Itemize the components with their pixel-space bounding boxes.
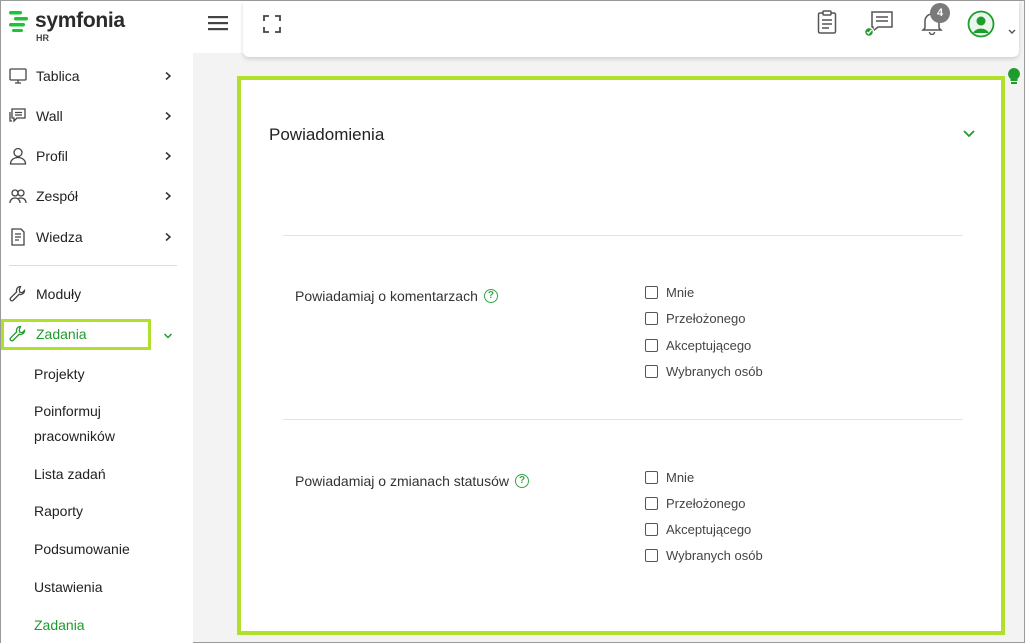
chevron-down-icon[interactable]	[962, 128, 976, 140]
checkbox-status-mnie[interactable]: Mnie	[645, 470, 694, 485]
sidebar-item-profil[interactable]: Profil	[1, 141, 193, 171]
checkbox-label: Mnie	[666, 470, 695, 485]
checkbox-status-akceptujacego[interactable]: Akceptującego	[645, 522, 751, 537]
comments-section-label: Powiadamiaj o komentarzach ?	[295, 288, 498, 304]
subitem-podsumowanie[interactable]: Podsumowanie	[34, 537, 130, 562]
checkbox-status-przelozonego[interactable]: Przełożonego	[645, 496, 746, 511]
subitem-pracownikow[interactable]: pracowników	[34, 424, 115, 449]
panel-title: Powiadomienia	[269, 125, 385, 144]
lightbulb-icon[interactable]	[1007, 67, 1021, 90]
chevron-right-icon	[165, 151, 172, 161]
sidebar-item-label: Tablica	[36, 68, 80, 84]
sidebar-item-label: Moduły	[36, 286, 82, 302]
chevron-right-icon	[165, 191, 172, 201]
symfonia-logo-icon	[9, 11, 28, 32]
chevron-right-icon	[165, 111, 172, 121]
notifications-panel: Powiadomienia Powiadamiaj o komentarzach…	[237, 76, 1005, 635]
sidebar-item-zadania[interactable]: Zadania	[1, 319, 193, 349]
chat-icon	[9, 108, 26, 123]
subitem-raporty[interactable]: Raporty	[34, 499, 83, 524]
team-icon	[9, 189, 27, 204]
checkbox[interactable]	[645, 339, 658, 352]
help-icon[interactable]: ?	[483, 289, 498, 303]
checkbox-label: Przełożonego	[666, 496, 746, 511]
brand-sub: HR	[36, 33, 49, 43]
header-card	[243, 1, 1019, 57]
divider	[283, 419, 963, 420]
menu-icon[interactable]	[208, 15, 228, 36]
checkbox[interactable]	[645, 365, 658, 378]
help-icon[interactable]: ?	[515, 474, 529, 488]
subitem-projekty[interactable]: Projekty	[34, 362, 85, 387]
chevron-down-icon	[163, 333, 173, 339]
chevron-right-icon	[165, 71, 172, 81]
checkbox-status-wybranych[interactable]: Wybranych osób	[645, 548, 763, 563]
checkbox-label: Przełożonego	[666, 311, 746, 326]
sidebar-item-moduly[interactable]: Moduły	[1, 279, 193, 309]
wrench-icon	[9, 325, 26, 342]
document-icon	[11, 228, 25, 246]
comments-label: Powiadamiaj o komentarzach	[295, 288, 478, 304]
checkbox[interactable]	[645, 286, 658, 299]
checkbox-label: Akceptującego	[666, 522, 752, 537]
checkbox-label: Wybranych osób	[666, 364, 763, 379]
subitem-ustawienia[interactable]: Ustawienia	[34, 575, 102, 600]
sidebar-item-zespol[interactable]: Zespół	[1, 181, 193, 211]
sidebar-divider	[9, 265, 177, 266]
checkbox-comments-wybranych[interactable]: Wybranych osób	[645, 364, 763, 379]
clipboard-icon[interactable]	[817, 10, 837, 39]
notification-badge: 4	[930, 3, 950, 23]
sidebar-item-label: Profil	[36, 148, 68, 164]
messages-icon[interactable]	[863, 10, 894, 43]
sidebar-item-label: Wiedza	[36, 229, 83, 245]
checkbox-comments-przelozonego[interactable]: Przełożonego	[645, 311, 746, 326]
checkbox[interactable]	[645, 497, 658, 510]
monitor-icon	[9, 68, 27, 84]
checkbox[interactable]	[645, 549, 658, 562]
status-label: Powiadamiaj o zmianach statusów	[295, 473, 509, 489]
checkbox-comments-akceptujacego[interactable]: Akceptującego	[645, 338, 751, 353]
status-section-label: Powiadamiaj o zmianach statusów ?	[295, 473, 529, 489]
sidebar-item-label: Zespół	[36, 188, 79, 204]
subitem-poinformuj[interactable]: Poinformuj	[34, 399, 101, 424]
sidebar-item-wiedza[interactable]: Wiedza	[1, 222, 193, 252]
checkbox-label: Mnie	[666, 285, 695, 300]
checkbox-label: Wybranych osób	[666, 548, 763, 563]
avatar-chevron-down-icon[interactable]	[1008, 22, 1016, 40]
brand-name: symfonia	[35, 9, 125, 32]
checkbox[interactable]	[645, 523, 658, 536]
checkbox-label: Akceptującego	[666, 338, 752, 353]
sidebar-item-wall[interactable]: Wall	[1, 101, 193, 131]
user-icon	[9, 147, 27, 165]
checkbox[interactable]	[645, 471, 658, 484]
wrench-icon	[9, 285, 26, 302]
subitem-lista-zadan[interactable]: Lista zadań	[34, 462, 106, 487]
checkbox[interactable]	[645, 312, 658, 325]
checkbox-comments-mnie[interactable]: Mnie	[645, 285, 694, 300]
sidebar-item-tablica[interactable]: Tablica	[1, 61, 193, 91]
fullscreen-icon[interactable]	[263, 15, 281, 38]
subitem-zadania[interactable]: Zadania	[34, 613, 85, 638]
sidebar: symfonia HR Tablica Wall Profil Zespół W…	[1, 1, 193, 643]
sidebar-item-label: Wall	[36, 108, 63, 124]
sidebar-item-label: Zadania	[36, 326, 87, 342]
avatar[interactable]	[967, 10, 995, 43]
chevron-right-icon	[165, 232, 172, 242]
divider	[283, 235, 963, 236]
logo: symfonia HR	[9, 8, 149, 44]
